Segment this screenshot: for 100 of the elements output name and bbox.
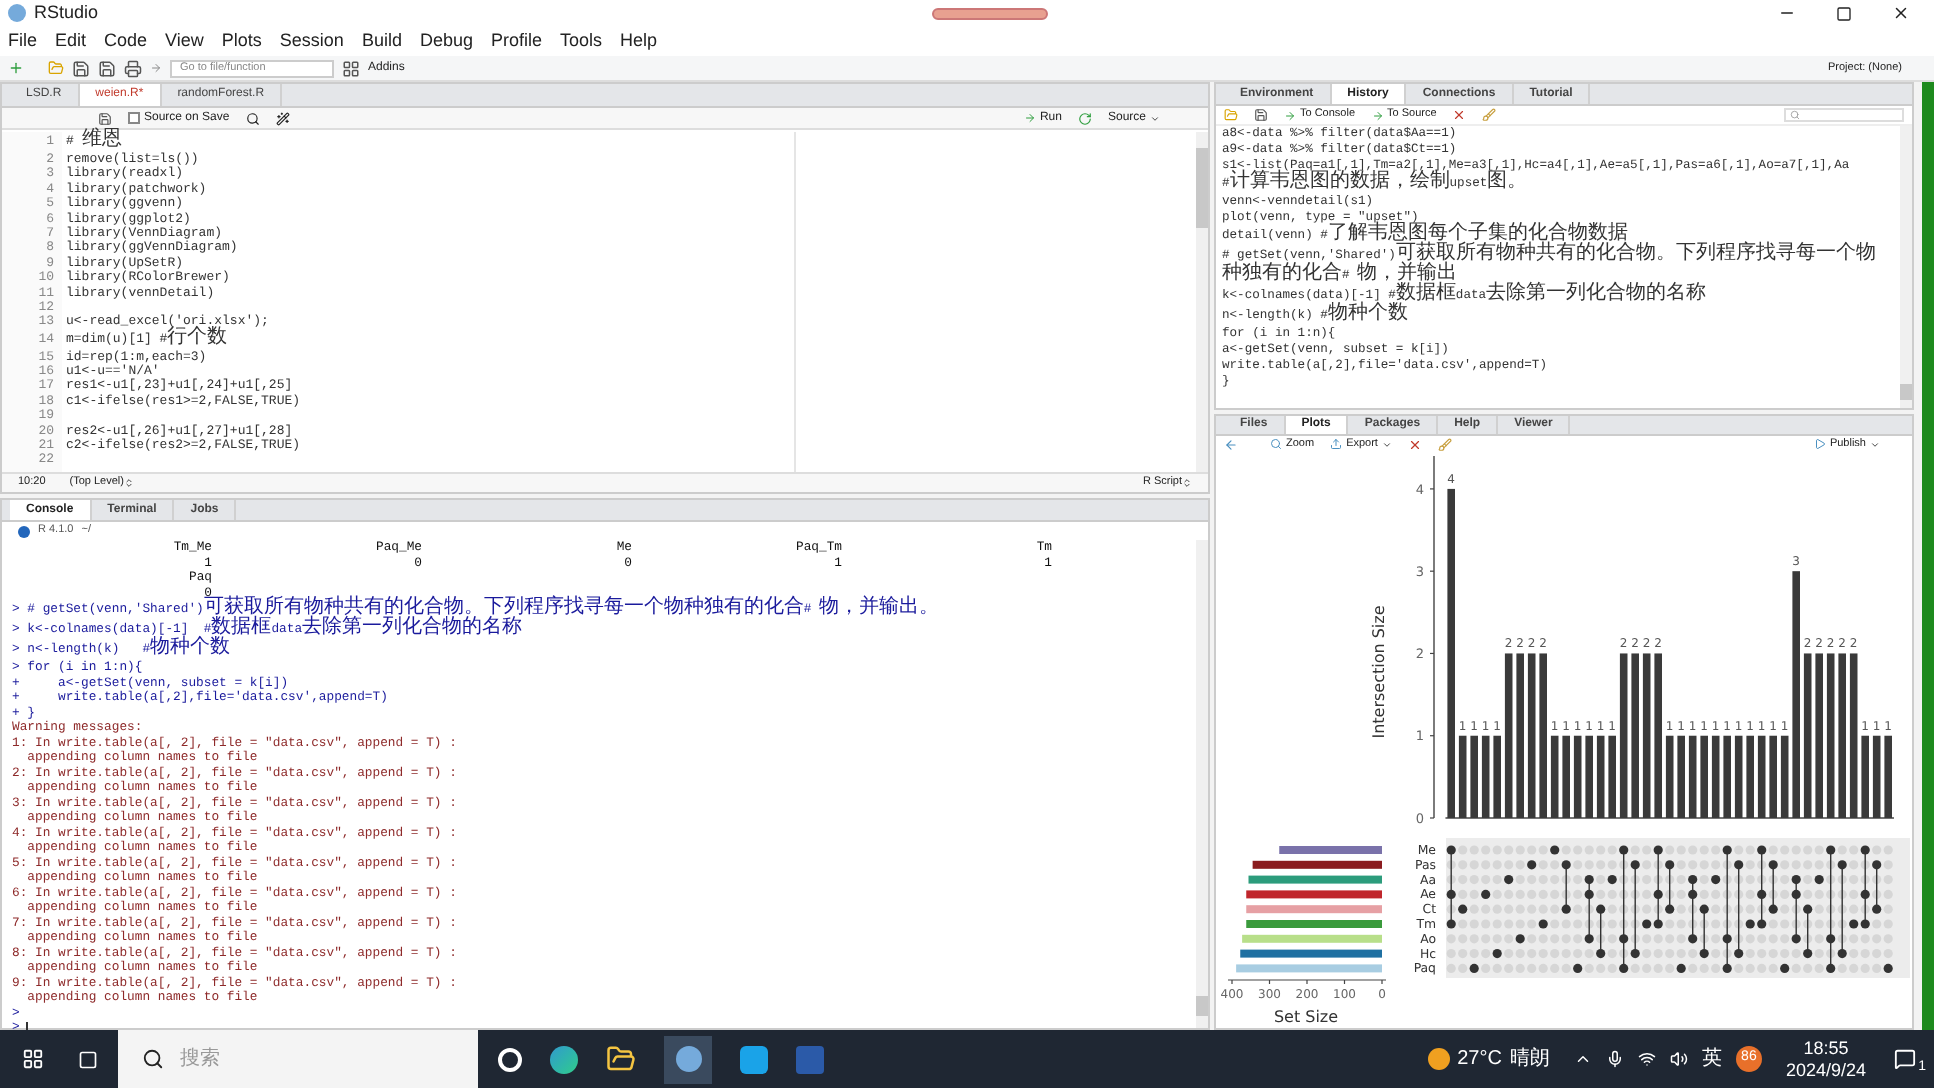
app-taskbar-icon[interactable] [740, 1045, 768, 1073]
search-field[interactable] [1784, 108, 1904, 122]
scrollbar[interactable] [1196, 540, 1208, 1028]
maximize-icon[interactable] [1836, 5, 1852, 21]
menu-item[interactable]: Help [620, 27, 658, 55]
axis-title: Intersection Size [1370, 605, 1388, 740]
search-box[interactable]: 搜索 [118, 1030, 478, 1088]
caret-icon [1870, 439, 1880, 450]
bar [1573, 736, 1582, 819]
notification-icon [1893, 1048, 1915, 1070]
bar [1861, 736, 1869, 819]
bar [1746, 736, 1754, 819]
weather-icon[interactable] [1427, 1048, 1450, 1070]
updown-icon [1182, 478, 1192, 488]
bar [1769, 736, 1777, 819]
grid-icon[interactable] [342, 59, 360, 77]
bar [1458, 736, 1467, 819]
save-all-icon[interactable] [98, 59, 116, 77]
caret-icon [1381, 439, 1392, 450]
menu-item[interactable]: Debug [419, 27, 473, 55]
file-explorer-icon[interactable] [606, 1044, 636, 1074]
bar [1596, 736, 1605, 819]
back-arrow-icon[interactable] [1224, 437, 1238, 452]
bar [1757, 736, 1766, 819]
weather-text[interactable]: 晴朗 [1509, 1044, 1550, 1074]
rerun-icon[interactable] [1077, 111, 1092, 125]
scrollbar[interactable] [1196, 132, 1208, 472]
bar [1246, 920, 1382, 929]
updown-icon [123, 478, 134, 488]
menu-item[interactable]: Build [361, 27, 402, 55]
bar [1246, 905, 1382, 914]
menu-item[interactable]: View [165, 27, 204, 55]
save-icon[interactable] [72, 59, 90, 77]
window-title: RStudio [34, 0, 99, 26]
bar [1872, 736, 1881, 819]
bar [1723, 736, 1731, 819]
bar [1780, 736, 1789, 819]
publish-icon [1813, 438, 1826, 451]
save-icon[interactable] [1254, 108, 1268, 122]
bar [1240, 950, 1382, 959]
delete-icon[interactable] [1407, 437, 1422, 452]
search-input[interactable]: 搜索 [180, 1044, 420, 1074]
temperature[interactable]: 27°C [1457, 1044, 1502, 1074]
bar [1242, 935, 1382, 944]
bar [1248, 876, 1382, 885]
bar [1279, 846, 1382, 855]
volume-icon[interactable] [1669, 1050, 1688, 1068]
export-icon [1330, 438, 1343, 451]
widgets-icon[interactable] [498, 1047, 522, 1071]
search-icon [142, 1048, 164, 1070]
bar [1252, 861, 1382, 870]
app-logo-icon [8, 4, 26, 22]
bar [1470, 736, 1478, 819]
rstudio-taskbar-icon[interactable] [664, 1035, 712, 1083]
r-logo-icon [18, 525, 30, 537]
caret-icon [1150, 113, 1160, 123]
bar [1585, 736, 1593, 819]
bar [1562, 736, 1570, 819]
menu-item[interactable]: Plots [221, 27, 262, 55]
save-icon[interactable] [98, 111, 112, 125]
windows-start-icon[interactable] [22, 1048, 44, 1070]
close-icon[interactable] [1892, 4, 1910, 22]
input-method[interactable]: 英 [1701, 1044, 1722, 1074]
capsule-indicator [932, 7, 1049, 19]
bar [1884, 736, 1892, 819]
menu-item[interactable]: Session [279, 27, 344, 55]
bar [1481, 736, 1490, 819]
run-arrow-icon [1023, 112, 1036, 124]
bar [1493, 736, 1501, 819]
axis-title: Set Size [1273, 1008, 1339, 1027]
clock-date[interactable]: 2024/9/24 [1785, 1059, 1866, 1081]
delete-icon[interactable] [1452, 108, 1467, 122]
menu-item[interactable]: File [8, 27, 38, 55]
arrow-icon [1284, 109, 1296, 121]
bar [1550, 736, 1559, 819]
microphone-icon[interactable] [1605, 1050, 1624, 1068]
arrow-icon [1371, 109, 1384, 121]
wand-icon[interactable] [275, 111, 290, 125]
search-icon[interactable] [245, 111, 260, 125]
menu-item[interactable]: Edit [55, 27, 87, 55]
bar [1665, 736, 1674, 819]
bar [1677, 736, 1685, 819]
bar [1734, 736, 1743, 819]
menu-item[interactable]: Profile [491, 27, 543, 55]
browser-icon[interactable] [550, 1045, 578, 1073]
bar [1608, 736, 1616, 819]
arrow-icon [150, 62, 162, 74]
menu-item[interactable]: Code [104, 27, 148, 55]
bar [1700, 736, 1708, 819]
clock-time[interactable]: 18:55 [1803, 1037, 1849, 1059]
menu-item[interactable]: Tools [560, 27, 603, 55]
caret-icon[interactable] [1573, 1050, 1592, 1068]
search-icon [1790, 110, 1800, 120]
bar [1246, 890, 1382, 899]
scrollbar[interactable] [1900, 126, 1912, 408]
print-icon[interactable] [124, 59, 142, 77]
magnifier-icon [1270, 438, 1282, 451]
task-view-icon[interactable] [78, 1049, 98, 1069]
wifi-icon[interactable] [1637, 1050, 1656, 1068]
bar [1711, 736, 1720, 819]
